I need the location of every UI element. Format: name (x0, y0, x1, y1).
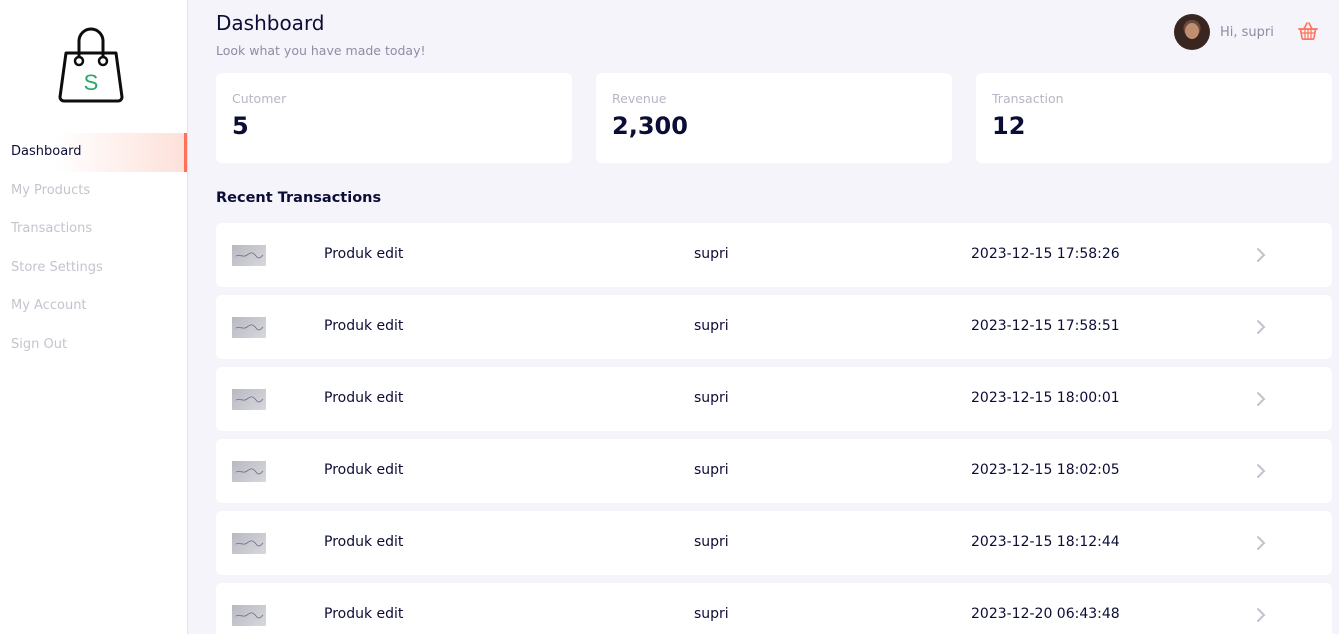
list-item[interactable]: Produk edit supri 2023-12-15 18:02:05 (216, 439, 1332, 503)
transaction-user: supri (694, 246, 729, 262)
list-item[interactable]: Produk edit supri 2023-12-15 18:12:44 (216, 511, 1332, 575)
list-item[interactable]: Produk edit supri 2023-12-15 18:00:01 (216, 367, 1332, 431)
transaction-user: supri (694, 534, 729, 550)
transaction-product: Produk edit (324, 534, 404, 550)
page-title: Dashboard (216, 11, 325, 35)
product-thumbnail (232, 245, 266, 266)
sidebar-item-my-account[interactable]: My Account (0, 287, 187, 326)
basket-icon[interactable] (1297, 20, 1319, 42)
product-thumbnail (232, 533, 266, 554)
chevron-right-icon[interactable] (1254, 607, 1268, 623)
transactions-list: Produk edit supri 2023-12-15 17:58:26 Pr… (216, 223, 1332, 634)
product-thumbnail (232, 389, 266, 410)
stat-label: Revenue (612, 91, 667, 106)
product-thumbnail (232, 317, 266, 338)
avatar[interactable] (1174, 14, 1210, 50)
list-item[interactable]: Produk edit supri 2023-12-20 06:43:48 (216, 583, 1332, 634)
transaction-product: Produk edit (324, 462, 404, 478)
logo-letter: S (84, 70, 99, 95)
transaction-date: 2023-12-15 17:58:51 (971, 318, 1120, 334)
transaction-date: 2023-12-15 18:00:01 (971, 390, 1120, 406)
product-thumbnail (232, 461, 266, 482)
transaction-product: Produk edit (324, 606, 404, 622)
sidebar: S Dashboard My Products Transactions Sto… (0, 0, 188, 634)
stat-card-transaction: Transaction 12 (976, 73, 1332, 163)
product-thumbnail (232, 605, 266, 626)
recent-transactions-title: Recent Transactions (216, 190, 382, 206)
sidebar-item-store-settings[interactable]: Store Settings (0, 249, 187, 288)
user-greeting: Hi, supri (1220, 24, 1274, 40)
page-subtitle: Look what you have made today! (216, 43, 426, 58)
sidebar-item-dashboard[interactable]: Dashboard (0, 133, 187, 172)
list-item[interactable]: Produk edit supri 2023-12-15 17:58:26 (216, 223, 1332, 287)
sidebar-item-sign-out[interactable]: Sign Out (0, 326, 187, 365)
transaction-date: 2023-12-20 06:43:48 (971, 606, 1120, 622)
transaction-date: 2023-12-15 18:12:44 (971, 534, 1120, 550)
chevron-right-icon[interactable] (1254, 391, 1268, 407)
stat-value: 2,300 (612, 112, 688, 140)
chevron-right-icon[interactable] (1254, 319, 1268, 335)
stat-value: 12 (992, 112, 1026, 140)
list-item[interactable]: Produk edit supri 2023-12-15 17:58:51 (216, 295, 1332, 359)
transaction-user: supri (694, 462, 729, 478)
transaction-user: supri (694, 318, 729, 334)
transaction-product: Produk edit (324, 390, 404, 406)
stat-value: 5 (232, 112, 249, 140)
sidebar-item-my-products[interactable]: My Products (0, 172, 187, 211)
stats-cards: Cutomer 5 Revenue 2,300 Transaction 12 (216, 73, 1332, 163)
transaction-product: Produk edit (324, 318, 404, 334)
transaction-user: supri (694, 390, 729, 406)
stat-label: Cutomer (232, 91, 287, 106)
transaction-date: 2023-12-15 17:58:26 (971, 246, 1120, 262)
stat-card-customer: Cutomer 5 (216, 73, 572, 163)
chevron-right-icon[interactable] (1254, 247, 1268, 263)
chevron-right-icon[interactable] (1254, 463, 1268, 479)
stat-label: Transaction (992, 91, 1064, 106)
transaction-date: 2023-12-15 18:02:05 (971, 462, 1120, 478)
sidebar-nav: Dashboard My Products Transactions Store… (0, 133, 187, 364)
sidebar-item-transactions[interactable]: Transactions (0, 210, 187, 249)
transaction-product: Produk edit (324, 246, 404, 262)
shopping-bag-logo-icon[interactable]: S (58, 25, 124, 103)
user-menu[interactable]: Hi, supri (1174, 14, 1274, 50)
chevron-right-icon[interactable] (1254, 535, 1268, 551)
transaction-user: supri (694, 606, 729, 622)
stat-card-revenue: Revenue 2,300 (596, 73, 952, 163)
